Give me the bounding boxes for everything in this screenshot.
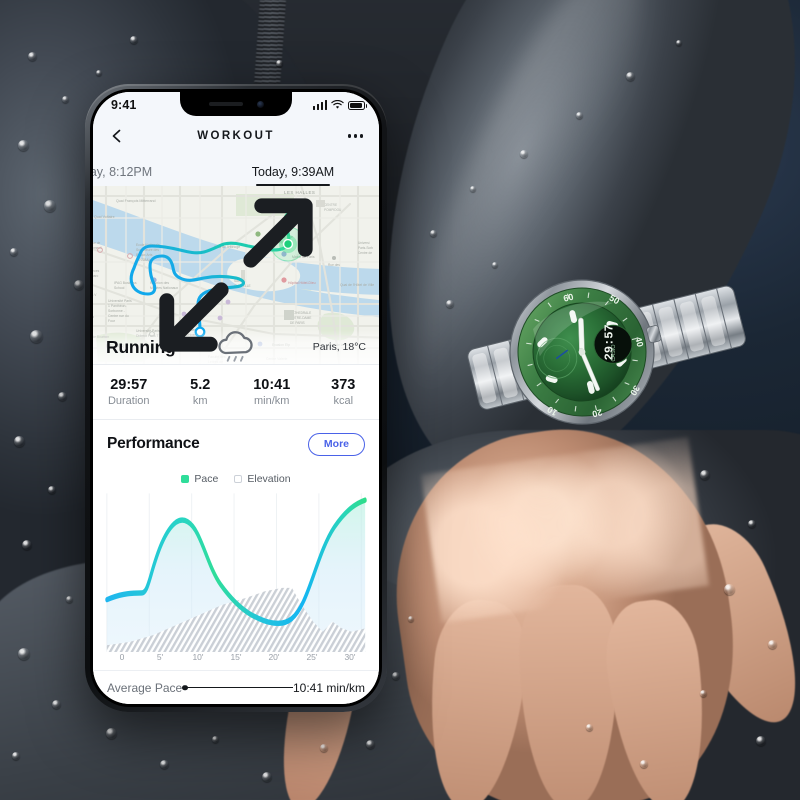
expand-arrows-icon[interactable] <box>93 186 379 364</box>
status-bar-time: 9:41 <box>111 98 137 112</box>
cellular-bars-icon <box>312 100 327 110</box>
route-map[interactable]: Quai François Mitterrand Quai Voltaire L… <box>93 186 379 364</box>
legend-item-pace[interactable]: Pace <box>181 473 218 485</box>
performance-title: Performance <box>107 435 200 452</box>
x-tick-label: 20' <box>268 652 280 662</box>
legend-label: Pace <box>194 473 219 485</box>
x-tick-label: 25' <box>306 652 318 662</box>
stat-label: min/km <box>254 394 290 407</box>
average-pace-connector <box>183 686 293 689</box>
stat-value: 373 <box>331 376 356 393</box>
stat-distance: 5.2 km <box>165 376 237 409</box>
tab-previous-session[interactable]: ay, 8:12PM <box>93 165 207 186</box>
stat-label: Duration <box>107 394 150 407</box>
legend-swatch-pace <box>181 475 190 483</box>
x-tick-label: 15' <box>230 652 242 662</box>
more-button[interactable]: More <box>307 432 365 456</box>
status-bar-indicators <box>312 100 368 110</box>
stat-label: kcal <box>333 394 354 407</box>
tab-today-session[interactable]: Today, 9:39AM <box>207 165 379 186</box>
stats-row: 29:57 Duration 5.2 km 10:41 min/km 373 k… <box>93 364 379 420</box>
legend-swatch-elevation <box>234 475 243 483</box>
phone-device: 9:41 WORKOUT ay, 8:12PM Today, 9:39AM Qu… <box>85 84 387 712</box>
legend-label: Elevation <box>247 473 291 485</box>
chart-canvas <box>105 493 367 652</box>
performance-chart[interactable] <box>93 490 379 652</box>
stat-value: 29:57 <box>110 376 148 393</box>
session-tabs: ay, 8:12PM Today, 9:39AM <box>93 154 379 186</box>
svg-text:CASIO: CASIO <box>611 344 617 362</box>
chart-x-axis: 0 5' 10' 15' 20' 25' 30' <box>93 652 379 670</box>
phone-bezel: 9:41 WORKOUT ay, 8:12PM Today, 9:39AM Qu… <box>90 89 382 707</box>
chart-legend: Pace Elevation <box>93 468 379 490</box>
stat-value: 5.2 <box>190 376 211 393</box>
average-pace-value: 10:41 min/km <box>292 680 365 695</box>
page-title: WORKOUT <box>197 130 275 142</box>
battery-icon <box>348 100 368 110</box>
stat-duration: 29:57 Duration <box>93 376 165 409</box>
stat-calories: 373 kcal <box>308 376 380 409</box>
earpiece-speaker <box>208 102 243 106</box>
average-pace-row: Average Pace 10:41 min/km <box>93 670 379 704</box>
legend-item-elevation[interactable]: Elevation <box>234 473 291 485</box>
stat-value: 10:41 <box>253 376 291 393</box>
performance-header: Performance More <box>93 420 379 468</box>
front-camera-icon <box>256 100 264 108</box>
average-pace-label: Average Pace <box>107 680 183 695</box>
x-tick-label: 5' <box>156 652 164 662</box>
phone-notch <box>180 92 292 116</box>
phone-screen: 9:41 WORKOUT ay, 8:12PM Today, 9:39AM Qu… <box>93 92 379 704</box>
wifi-icon <box>331 100 344 109</box>
back-chevron-icon[interactable] <box>109 128 125 144</box>
stat-pace: 10:41 min/km <box>236 376 308 409</box>
overflow-dots-icon[interactable] <box>348 134 363 138</box>
stat-label: km <box>192 394 208 407</box>
x-tick-label: 10' <box>192 652 204 662</box>
x-tick-label: 0 <box>119 652 125 662</box>
navigation-bar: WORKOUT <box>93 118 379 154</box>
x-tick-label: 30' <box>344 652 356 662</box>
